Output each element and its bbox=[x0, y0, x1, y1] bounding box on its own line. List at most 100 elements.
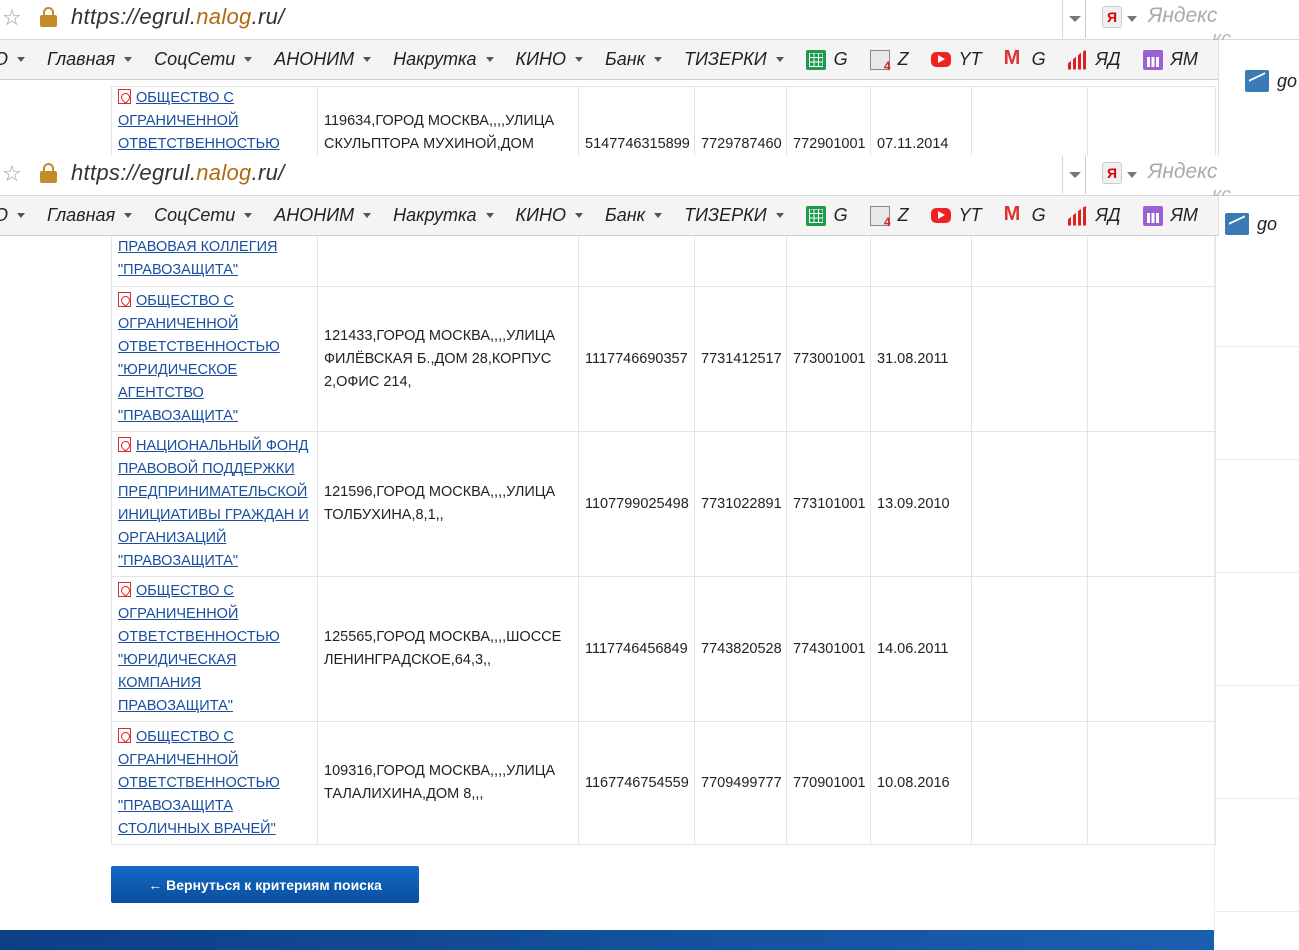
bookmark-folder[interactable]: Накрутка bbox=[393, 205, 494, 226]
mail-icon bbox=[869, 205, 891, 229]
chevron-down-icon bbox=[363, 213, 372, 218]
bookmark-folder[interactable]: АНОНИМ bbox=[274, 49, 372, 70]
bookmark-gmail[interactable]: G bbox=[1004, 203, 1046, 226]
bookmark-mail[interactable]: Z bbox=[869, 49, 909, 73]
chevron-down-icon[interactable] bbox=[1127, 172, 1137, 178]
ogrn-cell: 5147746315899 bbox=[578, 86, 695, 157]
yandex-icon[interactable]: Я bbox=[1102, 6, 1122, 28]
browser-chrome: ☆ https://egrul.nalog.ru/ Я Яндекс кс О Г… bbox=[0, 0, 1299, 80]
address-bar[interactable]: ☆ https://egrul.nalog.ru/ bbox=[0, 0, 1086, 38]
bookmark-folder[interactable]: Банк bbox=[605, 49, 663, 70]
bookmark-folder[interactable]: Накрутка bbox=[393, 49, 494, 70]
bookmark-yandex-direct[interactable]: ЯД bbox=[1068, 49, 1121, 70]
go-button[interactable]: go bbox=[1225, 213, 1277, 235]
bookmark-folder[interactable]: СоцСети bbox=[154, 205, 253, 226]
org-name-link[interactable]: ОБЩЕСТВО С ОГРАНИЧЕННОЙ ОТВЕТСТВЕННОСТЬЮ… bbox=[118, 292, 280, 424]
address-bar[interactable]: ☆ https://egrul.nalog.ru/ bbox=[0, 156, 1086, 194]
bookmark-folder[interactable]: КИНО bbox=[516, 205, 584, 226]
bookmark-folder[interactable]: КИНО bbox=[516, 49, 584, 70]
pdf-icon[interactable] bbox=[118, 727, 131, 743]
back-to-search-button[interactable]: ← Вернуться к критериям поиска bbox=[111, 866, 419, 903]
chevron-down-icon[interactable] bbox=[1127, 16, 1137, 22]
url-dropdown-icon[interactable] bbox=[1062, 0, 1086, 38]
date-cell: 31.08.2011 bbox=[870, 286, 972, 432]
bookmark-yandex-metrika[interactable]: ЯМ bbox=[1142, 49, 1198, 70]
url-dropdown-icon[interactable] bbox=[1062, 156, 1086, 194]
search-box[interactable]: Я Яндекс кс bbox=[1096, 156, 1231, 206]
bookmark-folder[interactable]: ТИЗЕРКИ bbox=[684, 49, 784, 70]
bookmark-mail[interactable]: Z bbox=[869, 205, 909, 229]
empty-cell bbox=[971, 431, 1088, 577]
bookmark-folder[interactable]: АНОНИМ bbox=[274, 205, 372, 226]
results-table: ПРАВОВАЯ КОЛЛЕГИЯ "ПРАВОЗАЩИТА" ОБЩЕСТВО … bbox=[111, 232, 1216, 845]
bookmark-label: Накрутка bbox=[393, 205, 477, 225]
bookmark-folder[interactable]: Главная bbox=[47, 49, 133, 70]
bookmark-folder[interactable]: ТИЗЕРКИ bbox=[684, 205, 784, 226]
chevron-down-icon bbox=[244, 213, 253, 218]
bookmark-yandex-direct[interactable]: ЯД bbox=[1068, 205, 1121, 226]
empty-cell bbox=[971, 576, 1088, 722]
bookmark-folder[interactable]: Главная bbox=[47, 205, 133, 226]
org-name-cell: ОБЩЕСТВО С ОГРАНИЧЕННОЙ ОТВЕТСТВЕННОСТЬЮ… bbox=[111, 576, 318, 722]
address-cell bbox=[317, 232, 579, 287]
chevron-down-icon bbox=[485, 213, 494, 218]
bookmark-folder[interactable]: О bbox=[0, 49, 26, 70]
search-box[interactable]: Я Яндекс кс bbox=[1096, 0, 1231, 50]
bookmark-sheets[interactable]: G bbox=[805, 49, 848, 70]
kpp-cell bbox=[786, 232, 871, 287]
bookmark-label: Накрутка bbox=[393, 49, 477, 69]
bookmarks-bar: О Главная СоцСети АНОНИМ Накрутка КИНО Банк ТИЗ… bbox=[0, 40, 1299, 80]
org-name-cell: ОБЩЕСТВО С ОГРАНИЧЕННОЙ ОТВЕТСТВЕННОСТЬЮ… bbox=[111, 286, 318, 432]
sheets-icon bbox=[805, 49, 826, 70]
inn-cell: 7731022891 bbox=[694, 431, 787, 577]
url-text[interactable]: https://egrul.nalog.ru/ bbox=[71, 4, 285, 30]
sheets-icon bbox=[805, 205, 826, 226]
browser-chrome-overlay: ☆ https://egrul.nalog.ru/ Я Яндекс кс О Г… bbox=[0, 156, 1299, 236]
youtube-icon bbox=[930, 208, 951, 223]
chevron-down-icon bbox=[775, 57, 784, 62]
lock-icon[interactable] bbox=[40, 7, 57, 27]
bookmark-label: О bbox=[0, 205, 8, 226]
bookmark-youtube[interactable]: YT bbox=[930, 205, 982, 226]
pdf-icon[interactable] bbox=[118, 292, 131, 307]
bookmark-label: ЯМ bbox=[1170, 49, 1198, 69]
pdf-icon[interactable] bbox=[118, 437, 131, 452]
chevron-down-icon bbox=[17, 57, 26, 62]
address-cell: 119634,ГОРОД МОСКВА,,,,УЛИЦА СКУЛЬПТОРА … bbox=[317, 86, 579, 157]
bookmarks-bar: О Главная СоцСети АНОНИМ Накрутка КИНО Банк ТИЗ… bbox=[0, 196, 1299, 236]
bookmark-youtube[interactable]: YT bbox=[930, 49, 982, 70]
pdf-icon[interactable] bbox=[118, 89, 131, 104]
go-button[interactable]: go bbox=[1245, 70, 1297, 92]
bookmark-gmail[interactable]: G bbox=[1004, 47, 1046, 70]
chevron-down-icon bbox=[124, 57, 133, 62]
org-name-link[interactable]: ПРАВОВАЯ КОЛЛЕГИЯ "ПРАВОЗАЩИТА" bbox=[118, 239, 277, 278]
chevron-down-icon bbox=[485, 57, 494, 62]
bookmark-yandex-metrika[interactable]: ЯМ bbox=[1142, 205, 1198, 226]
gmail-icon bbox=[1004, 47, 1024, 70]
bookmark-label: ТИЗЕРКИ bbox=[684, 205, 767, 225]
search-input[interactable]: Яндекс bbox=[1148, 4, 1217, 28]
address-bar-row: ☆ https://egrul.nalog.ru/ Я Яндекс кс bbox=[0, 156, 1299, 206]
org-name-link[interactable]: НАЦИОНАЛЬНЫЙ ФОНД ПРАВОВОЙ ПОДДЕРЖКИ ПРЕ… bbox=[118, 437, 309, 569]
bookmark-label: Z bbox=[897, 205, 909, 225]
bookmark-label: G bbox=[1031, 49, 1046, 69]
org-name-link[interactable]: ОБЩЕСТВО С ОГРАНИЧЕННОЙ ОТВЕТСТВЕННОСТЬЮ… bbox=[118, 727, 280, 837]
url-text[interactable]: https://egrul.nalog.ru/ bbox=[71, 160, 285, 186]
bookmark-folder[interactable]: Банк bbox=[605, 205, 663, 226]
search-input[interactable]: Яндекс bbox=[1148, 160, 1217, 184]
bookmark-star-icon[interactable]: ☆ bbox=[2, 5, 22, 31]
bookmark-folder[interactable]: СоцСети bbox=[154, 49, 253, 70]
table-row: НАЦИОНАЛЬНЫЙ ФОНД ПРАВОВОЙ ПОДДЕРЖКИ ПРЕ… bbox=[111, 431, 1216, 577]
bookmark-sheets[interactable]: G bbox=[805, 205, 848, 226]
kpp-cell: 774301001 bbox=[786, 576, 871, 722]
bookmark-label: ЯД bbox=[1095, 49, 1121, 69]
bookmark-star-icon[interactable]: ☆ bbox=[2, 161, 22, 187]
pdf-icon[interactable] bbox=[118, 582, 131, 597]
bookmark-label: YT bbox=[958, 205, 982, 225]
yandex-metrika-icon bbox=[1142, 49, 1163, 70]
lock-icon[interactable] bbox=[40, 163, 57, 183]
yandex-icon[interactable]: Я bbox=[1102, 162, 1122, 184]
org-name-link[interactable]: ОБЩЕСТВО С ОГРАНИЧЕННОЙ ОТВЕТСТВЕННОСТЬЮ… bbox=[118, 582, 280, 714]
bookmark-folder[interactable]: О bbox=[0, 205, 26, 226]
org-name-link[interactable]: ОБЩЕСТВО С ОГРАНИЧЕННОЙ ОТВЕТСТВЕННОСТЬЮ bbox=[118, 89, 280, 152]
